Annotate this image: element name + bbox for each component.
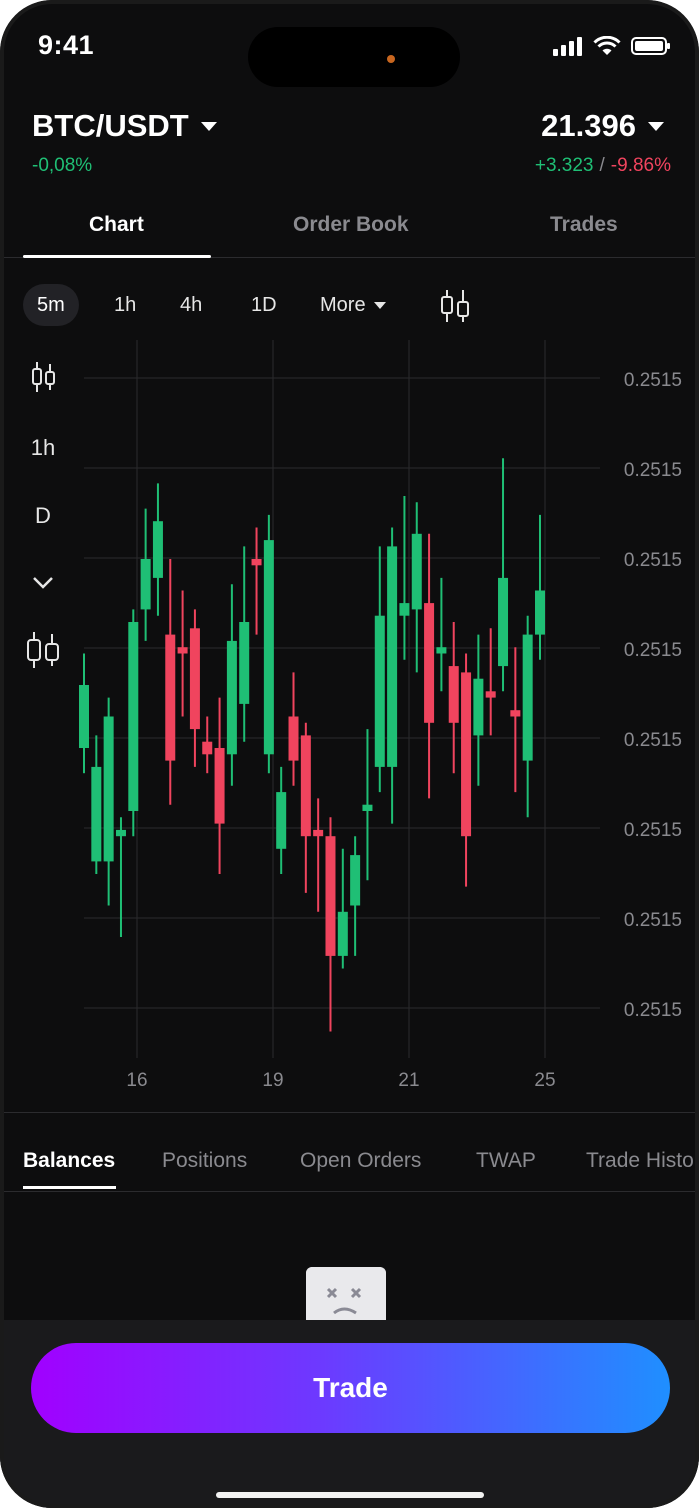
empty-state-icon <box>306 1267 386 1323</box>
candle-body <box>374 615 385 767</box>
candle-body <box>263 540 274 755</box>
candle-body <box>177 647 188 654</box>
more-timeframes-button[interactable]: More <box>306 284 400 326</box>
candle-body <box>535 590 545 635</box>
candle-body <box>399 603 410 616</box>
candle-body <box>337 911 348 956</box>
last-price: 21.396 <box>541 108 636 143</box>
candle-body <box>152 521 163 578</box>
candle-body <box>239 622 250 704</box>
wifi-icon <box>593 36 621 55</box>
candle-body <box>165 634 176 761</box>
candle-body <box>436 647 447 654</box>
y-tick-label: 0.2515 <box>624 820 682 841</box>
tab-active-indicator <box>23 255 211 258</box>
tab-positions[interactable]: Positions <box>162 1149 247 1173</box>
x-tick-label: 19 <box>262 1070 283 1091</box>
timeframe-1d[interactable]: 1D <box>237 284 291 326</box>
tab-twap[interactable]: TWAP <box>476 1149 536 1173</box>
y-tick-label: 0.2515 <box>624 550 682 571</box>
dynamic-island <box>248 27 460 87</box>
candle-body <box>485 691 496 698</box>
candle-body <box>522 634 533 761</box>
tab-balances[interactable]: Balances <box>23 1149 115 1173</box>
candle-body <box>128 622 139 811</box>
change-separator: / <box>599 155 605 176</box>
candle-body <box>202 741 213 755</box>
candle-body <box>473 678 484 736</box>
candle-body <box>325 836 336 956</box>
abs-change: +3.323 <box>534 155 594 176</box>
tab-active-indicator <box>23 1186 116 1189</box>
pair-name: BTC/USDT <box>32 108 189 143</box>
trade-button[interactable]: Trade <box>31 1343 670 1433</box>
candle-body <box>189 628 200 730</box>
pair-selector[interactable]: BTC/USDT <box>32 108 217 144</box>
tab-trades[interactable]: Trades <box>550 213 618 237</box>
candle-body <box>424 603 435 723</box>
tab-order-book[interactable]: Order Book <box>293 213 409 237</box>
status-icons <box>553 34 671 58</box>
candle-body <box>251 559 262 566</box>
candle-body <box>288 716 299 761</box>
pct-change: -9.86% <box>610 155 671 176</box>
candle-body <box>115 829 126 837</box>
y-tick-label: 0.2515 <box>624 1000 682 1021</box>
x-tick-label: 21 <box>398 1070 419 1091</box>
candle-body <box>313 829 324 837</box>
camera-indicator-icon <box>387 55 395 63</box>
candle-body <box>91 766 102 862</box>
timeframe-selector: 5m 1h 4h 1D More <box>23 284 663 328</box>
timeframe-5m[interactable]: 5m <box>23 284 79 326</box>
y-tick-label: 0.2515 <box>624 640 682 661</box>
candle-body <box>448 666 459 723</box>
cellular-signal-icon <box>553 37 582 56</box>
timeframe-4h[interactable]: 4h <box>166 284 216 326</box>
price-change: +3.323 / -9.86% <box>535 155 671 177</box>
candle-body <box>362 804 373 811</box>
pair-header: BTC/USDT 21.396 <box>32 108 672 148</box>
candle-body <box>461 672 472 837</box>
candle-body <box>79 685 89 748</box>
y-tick-label: 0.2515 <box>624 730 682 751</box>
tab-open-orders[interactable]: Open Orders <box>300 1149 421 1173</box>
price-selector[interactable]: 21.396 <box>541 108 664 144</box>
candle-body <box>140 559 151 610</box>
status-time: 9:41 <box>38 30 95 60</box>
candle-body <box>350 855 361 906</box>
candle-body <box>411 533 422 610</box>
candle-body <box>498 577 509 667</box>
chevron-down-icon <box>200 121 217 131</box>
candle-body <box>226 640 237 755</box>
account-tabs: Balances Positions Open Orders TWAP Trad… <box>0 1112 699 1192</box>
pair-change: -0,08% <box>32 155 93 176</box>
candle-body <box>387 546 398 767</box>
timeframe-1h[interactable]: 1h <box>100 284 150 326</box>
x-tick-label: 16 <box>126 1070 147 1091</box>
candle-body <box>103 716 114 862</box>
candle-body <box>276 792 287 849</box>
chevron-down-icon <box>648 121 664 131</box>
x-tick-label: 25 <box>534 1070 555 1091</box>
status-bar: 9:41 <box>0 0 699 90</box>
candle-body <box>300 735 311 837</box>
y-tick-label: 0.2515 <box>624 460 682 481</box>
more-label: More <box>320 294 366 316</box>
tab-chart[interactable]: Chart <box>89 213 144 237</box>
phone-screen: 9:41 BTC/USDT 21.396 -0,08% +3.323 / -9.… <box>0 0 699 1508</box>
battery-icon <box>631 37 670 55</box>
view-tabs: Chart Order Book Trades <box>0 205 699 258</box>
candlestick-chart[interactable]: 0.2515 0.2515 0.2515 0.2515 0.2515 0.2515 0.25… <box>0 330 699 1100</box>
candle-body <box>214 748 225 824</box>
y-tick-label: 0.2515 <box>624 910 682 931</box>
candlestick-type-icon[interactable] <box>438 288 472 324</box>
tab-trade-history[interactable]: Trade History <box>586 1149 699 1173</box>
y-tick-label: 0.2515 <box>624 370 682 391</box>
home-indicator[interactable] <box>216 1492 484 1498</box>
chevron-down-icon <box>373 301 386 309</box>
candle-body <box>510 710 521 717</box>
